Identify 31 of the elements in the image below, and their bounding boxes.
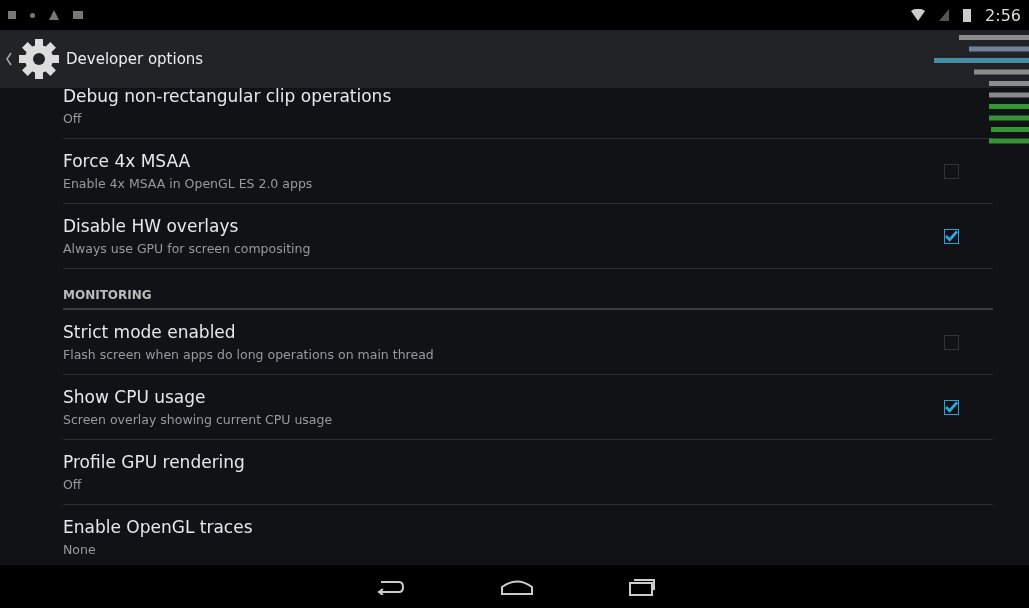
wifi-icon <box>911 9 926 21</box>
setting-summary: Off <box>63 111 83 126</box>
screen-notification-icon <box>8 11 16 19</box>
setting-title[interactable]: Show CPU usage <box>63 387 944 407</box>
setting-title[interactable]: Debug non-rectangular clip operations <box>63 86 993 106</box>
setting-title[interactable]: Strict mode enabled <box>63 322 944 342</box>
setting-summary: Enable 4x MSAA in OpenGL ES 2.0 apps <box>63 176 314 191</box>
setting-title[interactable]: Force 4x MSAA <box>63 151 944 171</box>
screen-title: Developer options <box>66 50 204 68</box>
setting-title[interactable]: Profile GPU rendering <box>63 452 993 472</box>
warning-icon <box>49 10 59 20</box>
setting-title[interactable]: Enable OpenGL traces <box>63 517 993 537</box>
checkbox[interactable] <box>944 163 959 179</box>
checkbox[interactable] <box>944 334 959 350</box>
message-icon <box>73 11 83 19</box>
checkbox[interactable] <box>944 228 959 244</box>
setting-summary: Off <box>63 477 83 492</box>
checkbox[interactable] <box>944 399 959 415</box>
setting-summary: Flash screen when apps do long operations on main thread <box>63 347 435 362</box>
dot-notification-icon <box>30 12 35 18</box>
battery-icon <box>963 8 972 22</box>
setting-summary: Screen overlay showing current CPU usage <box>63 412 334 427</box>
settings-icon <box>16 36 62 82</box>
setting-summary: Always use GPU for screen compositing <box>63 241 312 256</box>
status-time: 2:56 <box>985 5 1021 25</box>
section-header: MONITORING <box>63 288 152 302</box>
signal-icon <box>939 9 950 21</box>
recent-apps-icon[interactable] <box>628 577 655 596</box>
back-caret-icon[interactable] <box>6 52 12 66</box>
setting-summary: None <box>63 542 97 557</box>
setting-title[interactable]: Disable HW overlays <box>63 216 944 236</box>
